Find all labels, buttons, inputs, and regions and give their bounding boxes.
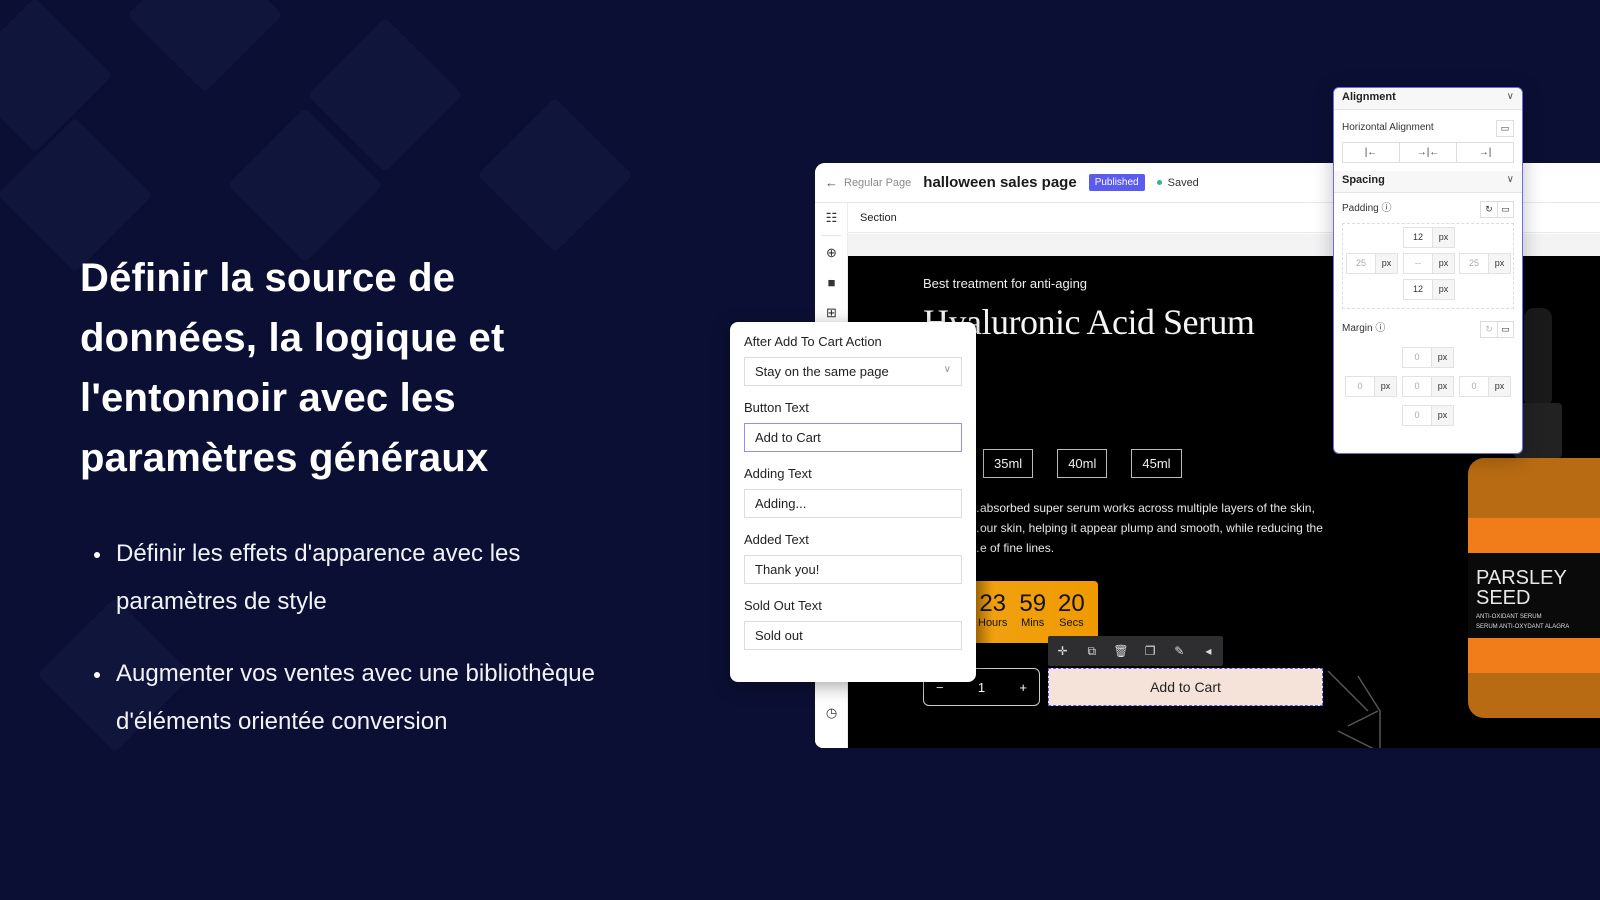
alignment-section-header[interactable]: Alignment ∨ — [1334, 88, 1522, 110]
adding-text-input[interactable]: Adding... — [744, 489, 962, 518]
margin-editor: 0 px 0 px 0 px 0 px 0 px — [1342, 343, 1514, 435]
alignment-title: Alignment — [1342, 91, 1396, 103]
countdown-label: Mins — [1021, 617, 1045, 629]
save-status: Saved — [1167, 176, 1199, 189]
sold-out-input[interactable]: Sold out — [744, 621, 962, 650]
delete-icon[interactable]: 🗑 — [1106, 644, 1135, 658]
after-action-select[interactable]: Stay on the same page ∨ — [744, 357, 962, 386]
bottle-label-title: SEED — [1476, 587, 1530, 609]
padding-left-input[interactable]: 25 px — [1346, 253, 1398, 274]
margin-left-input[interactable]: 0 px — [1345, 376, 1397, 397]
spacing-title: Spacing — [1342, 174, 1385, 186]
sold-out-label: Sold Out Text — [744, 598, 822, 613]
horizontal-alignment-label: Horizontal Alignment — [1342, 122, 1434, 133]
shopify-bag-icon[interactable]: ■ — [815, 268, 848, 298]
help-icon[interactable]: ⓘ — [1381, 203, 1391, 214]
margin-bottom-input[interactable]: 0 px — [1402, 405, 1454, 426]
countdown-label: Hours — [978, 617, 1008, 629]
added-text-input[interactable]: Thank you! — [744, 555, 962, 584]
breadcrumb[interactable]: Regular Page — [844, 177, 911, 189]
help-icon[interactable]: ⓘ — [1375, 323, 1385, 334]
divider — [821, 235, 841, 236]
countdown-value: 20 — [1058, 590, 1085, 617]
reset-icon[interactable]: ↻ — [1481, 202, 1497, 217]
add-to-cart-settings-panel: After Add To Cart Action Stay on the sam… — [730, 322, 976, 682]
product-description[interactable]: …absorbed super serum works across multi… — [968, 498, 1328, 558]
padding-bottom-input[interactable]: 12 px — [1403, 279, 1455, 300]
added-text-label: Added Text — [744, 532, 809, 547]
margin-top-input[interactable]: 0 px — [1402, 347, 1454, 368]
countdown-timer[interactable]: 23 Hours 59 Mins 20 Secs — [958, 581, 1098, 643]
variant-option[interactable]: 45ml — [1131, 449, 1182, 478]
status-badge: Published — [1088, 174, 1145, 191]
arrow-left-icon[interactable]: ← — [825, 175, 838, 190]
bottle-label-sub: SERUM ANTI-OXYDANT ALAGRA — [1476, 624, 1569, 630]
bottle-label-sub: ANTI-OXIDANT SERUM — [1476, 614, 1542, 620]
adding-text-label: Adding Text — [744, 466, 812, 481]
duplicate-icon[interactable]: ⧉ — [1077, 644, 1106, 659]
align-right-button[interactable]: →| — [1456, 143, 1513, 162]
countdown-label: Secs — [1059, 617, 1084, 629]
alignment-button-group: |← →|← →| — [1342, 142, 1514, 163]
margin-right-input[interactable]: 0 px — [1459, 376, 1511, 397]
feature-list: Définir les effets d'apparence avec les … — [92, 530, 612, 770]
chevron-down-icon: ∨ — [1506, 174, 1514, 185]
feature-item: Définir les effets d'apparence avec les … — [92, 530, 612, 626]
button-text-label: Button Text — [744, 400, 809, 415]
after-action-value: Stay on the same page — [755, 364, 889, 379]
reset-icon[interactable]: ↻ — [1481, 322, 1497, 337]
style-settings-panel: Alignment ∨ Horizontal Alignment ▭ |← →|… — [1333, 87, 1523, 454]
padding-top-input[interactable]: 12 px — [1403, 227, 1455, 248]
chevron-down-icon: ∨ — [943, 364, 951, 375]
button-text-input[interactable]: Add to Cart — [744, 423, 962, 452]
element-toolbar: ✛ ⧉ 🗑 ❐ ✎ ◂ — [1048, 636, 1223, 666]
copy-icon[interactable]: ❐ — [1136, 644, 1165, 658]
countdown-value: 59 — [1019, 590, 1047, 617]
feature-item: Augmenter vos ventes avec une bibliothèq… — [92, 650, 612, 746]
cobweb-icon — [1327, 671, 1381, 748]
add-to-cart-button[interactable]: Add to Cart — [1048, 668, 1323, 706]
qty-plus-button[interactable]: + — [1019, 680, 1027, 695]
countdown-mins: 59 Mins — [1019, 591, 1046, 643]
collapse-icon[interactable]: ◂ — [1194, 644, 1223, 658]
spacing-section-header[interactable]: Spacing ∨ — [1334, 171, 1522, 193]
page-headline: Définir la source de données, la logique… — [80, 256, 505, 480]
qty-value[interactable]: 1 — [978, 680, 985, 695]
variant-option[interactable]: 35ml — [983, 449, 1034, 478]
product-tagline[interactable]: Best treatment for anti-aging — [923, 276, 1087, 291]
padding-right-input[interactable]: 25 px — [1459, 253, 1511, 274]
variant-picker: 35ml 40ml 45ml — [983, 449, 1182, 478]
history-icon[interactable]: ◷ — [815, 698, 848, 728]
saved-indicator-icon — [1156, 180, 1162, 185]
align-left-button[interactable]: |← — [1343, 143, 1399, 162]
bottle-label-title: PARSLEY — [1476, 567, 1567, 589]
padding-label: Padding — [1342, 203, 1379, 214]
countdown-value: 23 — [979, 590, 1007, 617]
padding-center-input[interactable]: -- px — [1403, 253, 1455, 274]
page-title: halloween sales page — [923, 174, 1077, 191]
variant-option[interactable]: 40ml — [1057, 449, 1108, 478]
desktop-icon[interactable]: ▭ — [1497, 202, 1513, 217]
style-icon[interactable]: ✎ — [1165, 644, 1194, 658]
margin-label: Margin — [1342, 323, 1373, 334]
sitemap-icon[interactable]: ☷ — [815, 203, 848, 233]
countdown-hours: 23 Hours — [978, 591, 1007, 643]
chevron-down-icon: ∨ — [1506, 91, 1514, 102]
desktop-icon[interactable]: ▭ — [1497, 121, 1513, 136]
desktop-icon[interactable]: ▭ — [1497, 322, 1513, 337]
add-circle-icon[interactable]: ⊕ — [815, 238, 848, 268]
padding-editor: 12 px 25 px -- px 25 px 12 px — [1342, 223, 1514, 309]
align-center-button[interactable]: →|← — [1399, 143, 1456, 162]
move-icon[interactable]: ✛ — [1048, 644, 1077, 658]
after-action-label: After Add To Cart Action — [744, 334, 882, 349]
margin-center-input[interactable]: 0 px — [1402, 376, 1454, 397]
